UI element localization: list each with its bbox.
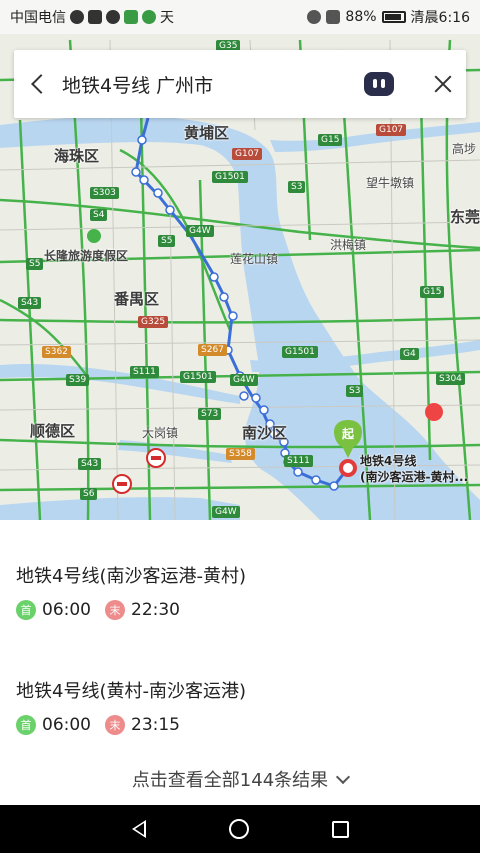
map-label-hongmei: 洪梅镇 xyxy=(330,238,367,252)
road-badge: S303 xyxy=(90,187,119,199)
end-station-marker[interactable] xyxy=(339,459,357,477)
road-badge: S358 xyxy=(226,448,255,460)
station-label-line[interactable]: 地铁4号线 xyxy=(360,452,416,469)
road-badge: S5 xyxy=(158,235,176,247)
first-train-badge: 首 xyxy=(16,600,36,620)
last-train-badge: 末 xyxy=(105,715,125,735)
road-badge: S111 xyxy=(130,366,159,378)
service-hours: 首 06:00 末 23:15 xyxy=(16,715,466,735)
map-label-changlong: 长隆旅游度假区 xyxy=(44,249,129,263)
nav-recent-apps-icon[interactable] xyxy=(331,820,349,838)
result-item[interactable]: 地铁4号线(黄村-南沙客运港) 首 06:00 末 23:15 xyxy=(16,677,466,735)
location-icon xyxy=(70,10,84,24)
clock: 清晨6:16 xyxy=(410,10,470,26)
leaf-icon xyxy=(142,10,156,24)
status-bar: 中国电信 天 88% 清晨6:16 xyxy=(0,0,480,34)
wifi-icon xyxy=(307,10,322,24)
weather-label: 天 xyxy=(160,10,174,26)
road-badge: G1501 xyxy=(282,346,318,358)
search-query[interactable]: 地铁4号线 广州市 xyxy=(62,71,364,98)
nav-home-icon[interactable] xyxy=(228,819,249,839)
search-bar[interactable]: 地铁4号线 广州市 xyxy=(14,50,466,118)
road-badge: S5 xyxy=(26,258,44,270)
road-badge: G4W xyxy=(186,225,214,237)
first-train-time: 06:00 xyxy=(42,600,91,620)
app-icon xyxy=(124,10,138,24)
road-badge: S267 xyxy=(198,344,227,356)
app-icon xyxy=(106,10,120,24)
map-label-dongguan: 东莞 xyxy=(450,208,480,226)
battery-icon xyxy=(381,11,406,23)
station-label-direction[interactable]: (南沙客运港-黄村... xyxy=(360,468,468,485)
road-badge: S43 xyxy=(78,458,102,470)
first-train-badge: 首 xyxy=(16,715,36,735)
signal-icon xyxy=(326,10,341,24)
road-badge: G15 xyxy=(318,134,343,146)
map-label-lianhuashan: 莲花山镇 xyxy=(230,252,279,266)
road-badge: G4 xyxy=(400,348,419,360)
road-badge: G107 xyxy=(376,124,407,136)
road-badge: S111 xyxy=(284,455,313,467)
road-badge: S3 xyxy=(346,385,364,397)
road-badge: G1501 xyxy=(212,171,248,183)
road-badge: S3 xyxy=(288,181,306,193)
nav-back-icon[interactable] xyxy=(131,820,146,838)
road-badge: S4 xyxy=(90,209,108,221)
assistant-robot-icon[interactable] xyxy=(364,72,394,96)
view-all-results-label: 点击查看全部144条结果 xyxy=(131,770,329,791)
last-train-time: 22:30 xyxy=(131,600,180,620)
road-badge: S43 xyxy=(18,297,42,309)
road-badge: S39 xyxy=(66,374,90,386)
result-item[interactable]: 地铁4号线(南沙客运港-黄村) 首 06:00 末 22:30 xyxy=(16,562,466,620)
battery-percent: 88% xyxy=(345,9,377,25)
results-panel: 地铁4号线(南沙客运港-黄村) 首 06:00 末 22:30 地铁4号线(黄村… xyxy=(0,520,480,805)
system-nav-bar xyxy=(0,805,480,853)
map-label-huangpu: 黄埔区 xyxy=(184,124,230,142)
road-badge: S73 xyxy=(198,408,222,420)
road-badge: G15 xyxy=(420,286,445,298)
result-title: 地铁4号线(黄村-南沙客运港) xyxy=(16,681,246,702)
service-hours: 首 06:00 末 22:30 xyxy=(16,600,466,620)
view-all-results-link[interactable]: 点击查看全部144条结果 xyxy=(0,766,480,792)
close-button[interactable] xyxy=(420,50,466,118)
map-label-haizhu: 海珠区 xyxy=(54,147,100,165)
chevron-down-icon xyxy=(336,769,351,785)
road-badge: G107 xyxy=(232,148,263,160)
first-train-time: 06:00 xyxy=(42,715,91,735)
road-badge: G325 xyxy=(138,316,169,328)
result-title: 地铁4号线(南沙客运港-黄村) xyxy=(16,566,246,587)
start-marker-label[interactable]: 起 xyxy=(342,425,354,442)
map-label-shunde: 顺德区 xyxy=(30,422,76,440)
carrier-label: 中国电信 xyxy=(10,10,66,26)
last-train-badge: 末 xyxy=(105,600,125,620)
map-label-nansha: 南沙区 xyxy=(242,424,288,442)
road-badge: G1501 xyxy=(180,371,216,383)
chevron-left-icon xyxy=(31,74,51,94)
map-label-panyu: 番禺区 xyxy=(114,290,160,308)
map-label-wangniudun: 望牛墩镇 xyxy=(366,176,415,190)
road-badge: S6 xyxy=(80,488,98,500)
message-icon xyxy=(88,10,102,24)
map-label-gaobu: 高埗 xyxy=(452,142,477,156)
map-label-dagang: 大岗镇 xyxy=(142,426,179,440)
back-button[interactable] xyxy=(14,50,62,118)
last-train-time: 23:15 xyxy=(131,715,180,735)
road-badge: S304 xyxy=(436,373,465,385)
road-badge: G4W xyxy=(212,506,240,518)
road-badge: S362 xyxy=(42,346,71,358)
road-badge: G4W xyxy=(230,374,258,386)
